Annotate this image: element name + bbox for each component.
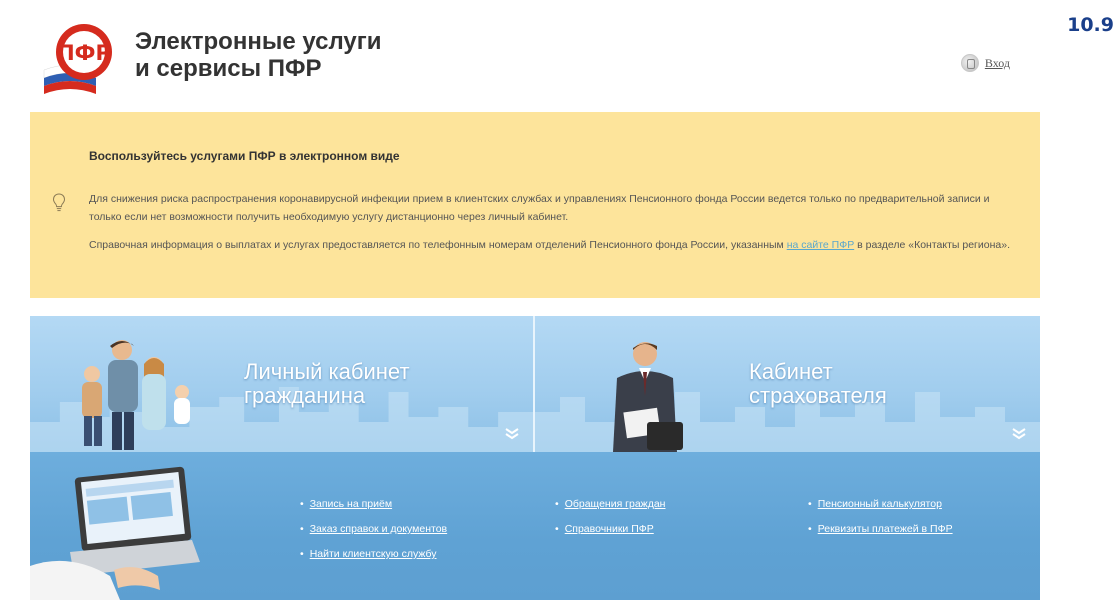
- laptop-icon: [30, 466, 200, 600]
- order-documents-link[interactable]: Заказ справок и документов: [310, 523, 447, 535]
- browser-page: ПФР Электронные услуги и сервисы ПФР Вхо…: [30, 0, 1040, 600]
- notice-paragraph-1: Для снижения риска распространения корон…: [89, 193, 990, 223]
- site-title-line1: Электронные услуги: [135, 28, 382, 55]
- citizen-cabinet-line1: Личный кабинет: [244, 359, 410, 384]
- svg-text:ПФР: ПФР: [57, 41, 111, 65]
- site-title: Электронные услуги и сервисы ПФР: [135, 28, 381, 82]
- citizen-cabinet-banner[interactable]: Личный кабинет гражданина: [30, 316, 535, 452]
- login-icon: [960, 54, 979, 72]
- login-link[interactable]: Вход: [985, 56, 1010, 71]
- insurer-cabinet-line1: Кабинет: [749, 359, 833, 384]
- service-item: • Справочники ПФР: [555, 517, 665, 542]
- chevron-down-icon[interactable]: [505, 428, 519, 440]
- notice-title: Воспользуйтесь услугами ПФР в электронно…: [89, 149, 400, 163]
- payment-details-link[interactable]: Реквизиты платежей в ПФР: [818, 523, 953, 535]
- lightbulb-icon: [52, 193, 66, 212]
- bullet: •: [808, 498, 812, 510]
- pension-calculator-link[interactable]: Пенсионный калькулятор: [818, 498, 942, 510]
- bullet: •: [300, 548, 304, 560]
- bullet: •: [300, 498, 304, 510]
- cabinet-banners: Личный кабинет гражданина Кабинет страхо…: [30, 316, 1040, 452]
- bullet: •: [555, 523, 559, 535]
- service-item: • Найти клиентскую службу: [300, 542, 447, 567]
- bullet: •: [808, 523, 812, 535]
- service-item: • Реквизиты платежей в ПФР: [808, 517, 953, 542]
- services-column-2: • Обращения граждан • Справочники ПФР: [555, 492, 665, 542]
- login-button[interactable]: Вход: [960, 54, 1010, 72]
- notice-paragraph-2-after: в разделе «Контакты региона».: [854, 239, 1010, 251]
- insurer-cabinet-banner[interactable]: Кабинет страхователя: [535, 316, 1040, 452]
- services-column-3: • Пенсионный калькулятор • Реквизиты плате…: [808, 492, 953, 542]
- page-number: 10.9: [1067, 14, 1114, 36]
- bullet: •: [555, 498, 559, 510]
- insurer-cabinet-line2: страхователя: [749, 383, 887, 408]
- service-item: • Пенсионный калькулятор: [808, 492, 953, 517]
- find-client-service-link[interactable]: Найти клиентскую службу: [310, 548, 437, 560]
- site-title-line2: и сервисы ПФР: [135, 55, 322, 82]
- notice-paragraph-2-before: Справочная информация о выплатах и услуг…: [89, 239, 787, 251]
- notice-paragraph-2: Справочная информация о выплатах и услуг…: [89, 236, 1019, 254]
- pfr-site-link[interactable]: на сайте ПФР: [787, 239, 855, 251]
- services-column-1: • Запись на приём • Заказ справок и докуме…: [300, 492, 447, 567]
- pfr-logo-icon[interactable]: ПФР: [40, 20, 128, 98]
- service-item: • Запись на приём: [300, 492, 447, 517]
- service-item: • Обращения граждан: [555, 492, 665, 517]
- service-item: • Заказ справок и документов: [300, 517, 447, 542]
- businessman-photo: [613, 342, 683, 452]
- bullet: •: [300, 523, 304, 535]
- notice-body: Для снижения риска распространения корон…: [89, 190, 1019, 264]
- chevron-down-icon[interactable]: [1012, 428, 1026, 440]
- services-panel: • Запись на приём • Заказ справок и докуме…: [30, 452, 1040, 600]
- notice-banner: Воспользуйтесь услугами ПФР в электронно…: [30, 112, 1040, 298]
- site-header: ПФР Электронные услуги и сервисы ПФР Вхо…: [30, 0, 1040, 112]
- appointment-link[interactable]: Запись на приём: [310, 498, 392, 510]
- family-photo: [82, 340, 190, 450]
- citizen-cabinet-label[interactable]: Личный кабинет гражданина: [244, 360, 410, 408]
- citizen-appeals-link[interactable]: Обращения граждан: [565, 498, 666, 510]
- pfr-directories-link[interactable]: Справочники ПФР: [565, 523, 654, 535]
- citizen-cabinet-line2: гражданина: [244, 383, 366, 408]
- insurer-cabinet-label[interactable]: Кабинет страхователя: [749, 360, 887, 408]
